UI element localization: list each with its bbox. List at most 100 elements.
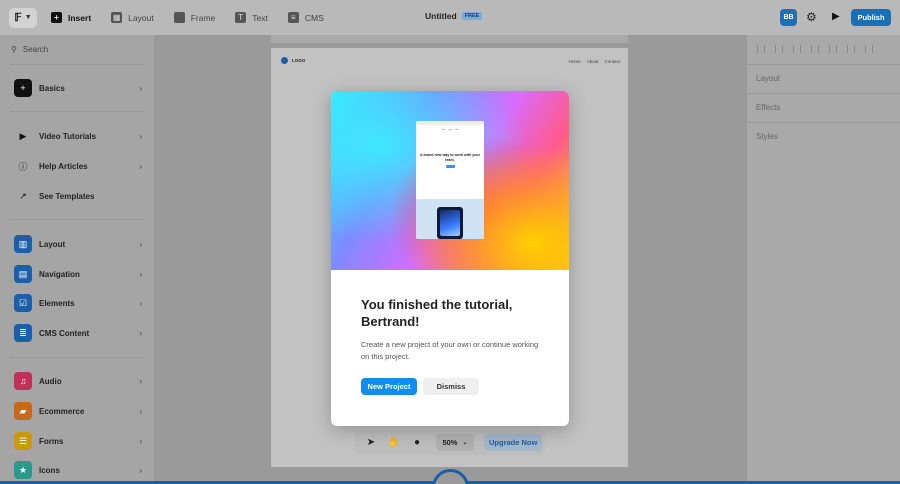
sidebar-item-label: Navigation [39,269,80,279]
sidebar-item-video-tutorials[interactable]: ▶ Video Tutorials › [14,126,142,146]
layout-icon: ▥ [14,235,32,253]
align-left-icon[interactable] [757,45,765,53]
modal-hero-image: ▬ ▬ ▬ A brand new way to work with your … [331,91,569,270]
chevron-right-icon: › [139,161,142,171]
help-fab-button[interactable] [432,469,469,484]
mockup-cta [445,165,455,168]
align-right-icon[interactable] [793,45,801,53]
dismiss-button[interactable]: Dismiss [423,378,479,395]
canvas-logo[interactable]: LOGO [281,57,305,64]
arrow-up-right-icon: ↗ [19,190,27,201]
sidebar-item-audio[interactable]: ♫ Audio › [14,371,142,391]
tool-label: Insert [68,12,92,23]
alignment-toolbar [757,45,873,53]
sidebar-item-label: Video Tutorials [39,131,97,141]
plus-icon: + [14,79,32,97]
comment-tool-icon[interactable]: ● [410,437,424,448]
hand-tool-icon[interactable]: ✋ [387,437,401,448]
divider [10,219,144,220]
sidebar-item-label: See Templates [39,191,95,201]
sidebar-item-cms-content[interactable]: ≣ CMS Content › [14,323,142,343]
tool-insert[interactable]: + Insert [45,8,97,28]
tool-label: Text [252,12,268,23]
sidebar-item-ecommerce[interactable]: ▰ Ecommerce › [14,401,142,421]
mockup-nav: ▬ ▬ ▬ [416,128,484,131]
section-styles[interactable]: Styles [756,132,778,141]
tool-text[interactable]: T Text [229,8,274,28]
mockup-nav-item: ▬ [455,128,458,131]
info-icon: ⓘ [18,161,28,172]
tool-cms[interactable]: ≡ CMS [282,8,330,28]
tool-label: Layout [128,12,154,23]
search-input[interactable]: Search [23,45,48,54]
document-title[interactable]: Untitled [425,11,457,21]
divider [747,64,900,65]
chevron-right-icon: › [139,269,142,279]
chevron-down-icon: ▼ [24,14,32,21]
chevron-right-icon: › [139,131,142,141]
sidebar-item-layout[interactable]: ▥ Layout › [14,234,142,254]
gear-icon[interactable]: ⚙ [806,10,817,24]
user-avatar[interactable]: BB [780,9,797,26]
checkbox-icon: ☑ [14,294,32,312]
chevron-down-icon: ⌄ [462,440,468,446]
app-menu-button[interactable]: 𝔽 ▼ [9,7,37,28]
align-middle-icon[interactable] [829,45,837,53]
divider [10,111,144,112]
sidebar-search[interactable]: ⚲ Search [11,45,48,54]
sidebar-item-see-templates[interactable]: ↗ See Templates [14,186,142,206]
chevron-right-icon: › [139,376,142,386]
sidebar-item-help-articles[interactable]: ⓘ Help Articles › [14,156,142,176]
plan-badge: FREE [461,12,483,20]
sidebar-item-elements[interactable]: ☑ Elements › [14,293,142,313]
align-top-icon[interactable] [811,45,819,53]
pointer-tool-icon[interactable]: ➤ [364,437,378,448]
search-icon: ⚲ [11,45,17,54]
cms-icon: ≡ [287,12,299,23]
distribute-icon[interactable] [865,45,873,53]
canvas-logo-text: LOGO [292,58,306,63]
preview-play-icon[interactable]: ▶ [832,11,840,22]
canvas-nav-item[interactable]: Contact [604,59,620,64]
sidebar-item-forms[interactable]: ☰ Forms › [14,431,142,451]
zoom-value: 50% [442,438,458,447]
tool-frame[interactable]: Frame [168,8,222,28]
tutorial-complete-modal: ▬ ▬ ▬ A brand new way to work with your … [331,91,569,426]
mockup-headline: A brand new way to work with your team. [420,153,480,162]
website-preview-mockup: ▬ ▬ ▬ A brand new way to work with your … [416,121,484,239]
align-bottom-icon[interactable] [847,45,855,53]
properties-panel: Layout Effects Styles [746,35,900,484]
sidebar-item-navigation[interactable]: ▤ Navigation › [14,264,142,284]
layout-icon: ▦ [111,12,123,23]
music-icon: ♫ [14,372,32,390]
canvas-nav[interactable]: Home About Contact [569,59,620,64]
divider [10,357,144,358]
canvas-nav-item[interactable]: Home [569,59,581,64]
section-effects[interactable]: Effects [756,103,780,112]
divider [747,93,900,94]
insert-sidebar: ⚲ Search + Basics › ▶ Video Tutorials › … [0,35,155,484]
zoom-select[interactable]: 50% ⌄ [436,434,474,451]
publish-button[interactable]: Publish [851,9,891,26]
canvas-nav-item[interactable]: About [587,59,599,64]
divider [747,122,900,123]
sidebar-item-icons[interactable]: ★ Icons › [14,460,142,480]
logo-dot-icon [281,57,288,64]
sidebar-item-basics[interactable]: + Basics › [14,78,142,98]
sidebar-item-label: Basics [39,83,65,93]
text-icon: T [235,12,247,23]
framer-logo-icon: 𝔽 [14,12,22,24]
sidebar-item-label: Elements [39,298,75,308]
modal-title: You finished the tutorial, Bertrand! [361,297,513,329]
chevron-right-icon: › [139,239,142,249]
divider [10,64,144,65]
section-layout[interactable]: Layout [756,74,780,83]
document-title-area[interactable]: Untitled FREE [425,11,483,21]
tool-layout[interactable]: ▦ Layout [105,8,160,28]
align-center-icon[interactable] [775,45,783,53]
mockup-nav-item: ▬ [448,128,452,131]
new-project-button[interactable]: New Project [361,378,417,395]
sidebar-item-label: CMS Content [39,328,90,338]
canvas-bottom-toolbar: ➤ ✋ ● 50% ⌄ Upgrade Now [355,430,545,455]
upgrade-now-button[interactable]: Upgrade Now [484,434,543,451]
